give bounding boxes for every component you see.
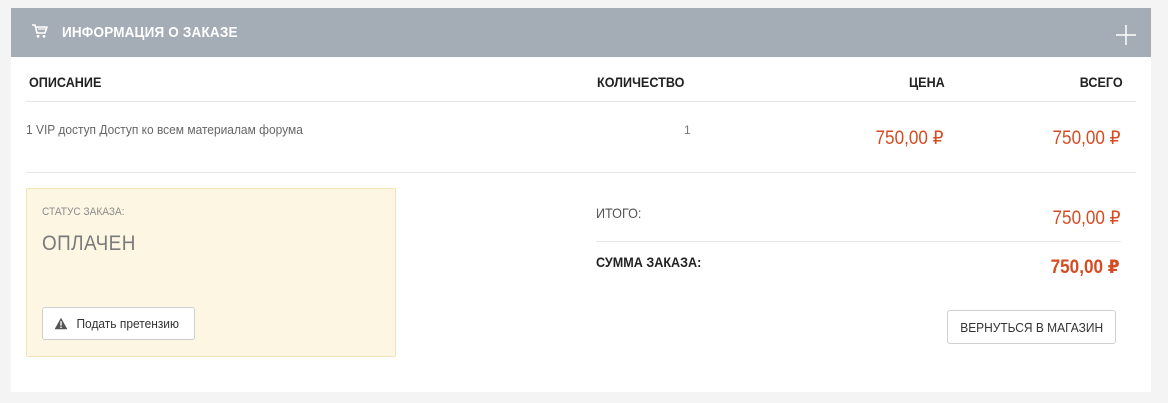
panel-title: ИНФОРМАЦИЯ О ЗАКАЗЕ: [62, 24, 238, 41]
submit-claim-button[interactable]: Подать претензию: [42, 307, 195, 340]
item-description: 1 VIP доступ Доступ ко всем материалам ф…: [26, 122, 303, 137]
column-header-total: ВСЕГО: [1080, 74, 1123, 90]
return-to-shop-label: ВЕРНУТЬСЯ В МАГАЗИН: [960, 319, 1103, 335]
return-to-shop-button[interactable]: ВЕРНУТЬСЯ В МАГАЗИН: [947, 310, 1116, 344]
shopping-cart-icon: [32, 24, 48, 38]
plus-icon[interactable]: [1115, 24, 1137, 46]
divider: [596, 241, 1121, 242]
order-sum-label: СУММА ЗАКАЗА:: [596, 254, 702, 270]
status-value: ОПЛАЧЕН: [42, 232, 136, 255]
submit-claim-label: Подать претензию: [76, 316, 179, 331]
divider: [26, 172, 1136, 173]
divider: [26, 101, 1136, 102]
panel-header: ИНФОРМАЦИЯ О ЗАКАЗЕ: [11, 8, 1151, 57]
item-total: 750,00 ₽: [1052, 128, 1120, 149]
order-status-box: СТАТУС ЗАКАЗА: ОПЛАЧЕН Подать претензию: [26, 188, 396, 357]
item-price: 750,00 ₽: [875, 128, 943, 149]
column-header-price: ЦЕНА: [909, 74, 945, 90]
subtotal-label: ИТОГО:: [596, 205, 642, 221]
status-label: СТАТУС ЗАКАЗА:: [42, 206, 125, 218]
order-info-panel: ИНФОРМАЦИЯ О ЗАКАЗЕ ОПИСАНИЕ КОЛИЧЕСТВО …: [11, 8, 1151, 392]
column-header-quantity: КОЛИЧЕСТВО: [597, 74, 685, 90]
item-quantity: 1: [684, 123, 691, 137]
warning-icon: [54, 317, 68, 330]
order-sum-value: 750,00 ₽: [1051, 257, 1120, 278]
subtotal-value: 750,00 ₽: [1052, 208, 1120, 229]
column-header-description: ОПИСАНИЕ: [29, 74, 102, 90]
